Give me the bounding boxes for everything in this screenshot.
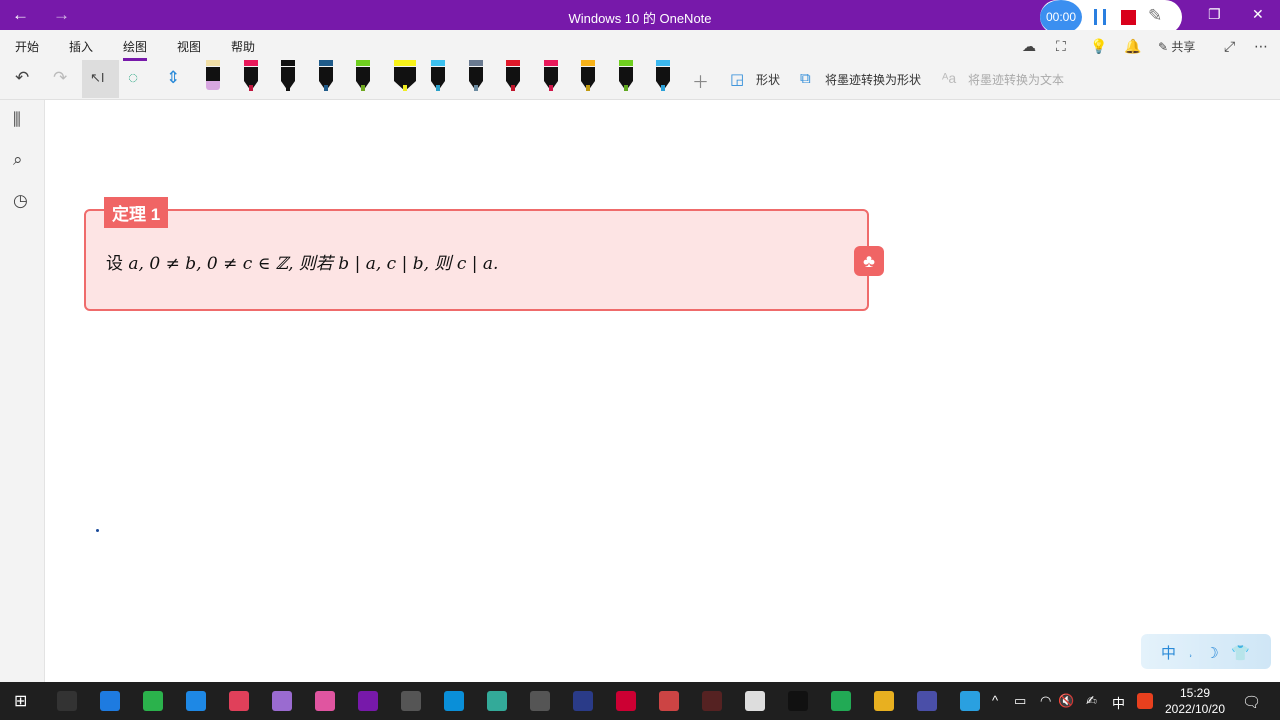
taskbar-app-icon[interactable]: [444, 691, 464, 711]
windows-start-icon[interactable]: ⊞: [14, 691, 27, 711]
pause-icon[interactable]: [1094, 9, 1106, 25]
theorem-box[interactable]: 定理 1 设 a, 0 ≠ b, 0 ≠ c ∈ ℤ, 则若 b | a, c …: [84, 197, 884, 311]
expand-icon[interactable]: ⤢: [1224, 38, 1235, 55]
taskbar-app-icon[interactable]: [272, 691, 292, 711]
taskbar-app-icon[interactable]: [401, 691, 421, 711]
pen-tool[interactable]: [243, 60, 258, 92]
recording-timer: 00:00: [1040, 0, 1082, 34]
ink-to-shape-button[interactable]: 将墨迹转换为形状: [825, 71, 921, 88]
select-text-tool[interactable]: ↖I: [82, 60, 119, 98]
taskbar-app-icon[interactable]: [960, 691, 980, 711]
close-icon[interactable]: ✕: [1252, 6, 1264, 23]
date: 2022/10/20: [1164, 702, 1226, 716]
input-language[interactable]: 中: [1112, 693, 1125, 712]
share-label: 共享: [1171, 40, 1196, 54]
taskbar-app-icon[interactable]: [917, 691, 937, 711]
lasso-select-icon[interactable]: ◌: [128, 68, 138, 88]
taskbar-app-icon[interactable]: [358, 691, 378, 711]
lightbulb-icon[interactable]: 💡: [1090, 38, 1107, 55]
sync-icon[interactable]: ☁: [1022, 38, 1036, 55]
taskbar-app-icon[interactable]: [702, 691, 722, 711]
tab-insert[interactable]: 插入: [69, 38, 93, 55]
taskbar-app-icon[interactable]: [616, 691, 636, 711]
ink-to-text-icon: ᴬa: [942, 70, 957, 86]
pen-tool[interactable]: [431, 60, 445, 92]
taskbar-app-icon[interactable]: [788, 691, 808, 711]
undo-icon[interactable]: ↶: [15, 68, 29, 88]
tab-view[interactable]: 视图: [177, 38, 201, 55]
tab-help[interactable]: 帮助: [231, 38, 255, 55]
pen-tool[interactable]: [318, 60, 333, 92]
taskbar-app-icon[interactable]: [186, 691, 206, 711]
theorem-text: 设 a, 0 ≠ b, 0 ≠ c ∈ ℤ, 则若 b | a, c | b, …: [106, 249, 498, 274]
ink-dot: [96, 529, 99, 532]
notifications-icon[interactable]: 🗨: [1242, 693, 1261, 711]
notebooks-icon[interactable]: ⫼: [13, 110, 21, 130]
recent-clock-icon[interactable]: ◷: [13, 191, 28, 211]
taskbar-app-icon[interactable]: [57, 691, 77, 711]
pen-tool[interactable]: [468, 60, 483, 92]
highlighter-tool[interactable]: [393, 60, 416, 92]
add-pen-icon[interactable]: ＋: [692, 68, 709, 93]
pen-tool[interactable]: [656, 60, 670, 92]
redo-icon[interactable]: ↷: [53, 68, 67, 88]
taskbar-app-icon[interactable]: [573, 691, 593, 711]
theorem-math: a, 0 ≠ b, 0 ≠ c ∈ ℤ, 则若 b | a, c | b, 则 …: [128, 254, 499, 274]
ribbon: 开始 插入 绘图 视图 帮助 ☁ ⛶ 💡 🔔 ✎ 共享 ⤢ ⋯ ↶ ↷ ↖I ◌…: [0, 30, 1280, 100]
pen-tool[interactable]: [506, 60, 520, 92]
pen-tool[interactable]: [581, 60, 595, 92]
battery-icon[interactable]: ▭: [1014, 693, 1026, 709]
taskbar-app-icon[interactable]: [874, 691, 894, 711]
stop-icon[interactable]: [1121, 10, 1136, 25]
mute-icon[interactable]: 🔇: [1058, 693, 1074, 709]
pen-tool[interactable]: [543, 60, 558, 92]
bell-icon[interactable]: 🔔: [1124, 38, 1141, 55]
share-button[interactable]: ✎ 共享: [1158, 38, 1195, 55]
more-icon[interactable]: ⋯: [1254, 38, 1268, 55]
pen-ink-icon[interactable]: ✍: [1086, 693, 1097, 709]
taskbar-app-icon[interactable]: [745, 691, 765, 711]
shapes-icon[interactable]: ◲: [730, 70, 744, 88]
ink-to-shape-icon[interactable]: ⧉: [800, 70, 811, 87]
taskbar-app-icon[interactable]: [315, 691, 335, 711]
add-space-icon[interactable]: ⇕: [166, 68, 180, 88]
tab-home[interactable]: 开始: [15, 38, 39, 55]
taskbar-app-icon[interactable]: [659, 691, 679, 711]
taskbar-app-icon[interactable]: [229, 691, 249, 711]
sogou-icon[interactable]: [1137, 693, 1153, 709]
shapes-button[interactable]: 形状: [756, 71, 780, 88]
theorem-prefix: 设: [106, 254, 129, 274]
sidebar: ⫼ ⌕ ◷: [0, 100, 45, 682]
ime-toolbar[interactable]: 中 ˒ ☽ 👕: [1141, 634, 1271, 669]
wifi-icon[interactable]: ◠: [1040, 693, 1051, 709]
pen-tool[interactable]: [281, 60, 295, 92]
ink-to-text-button: 将墨迹转换为文本: [968, 73, 1065, 87]
restore-icon[interactable]: ❐: [1208, 6, 1221, 23]
pen-tool[interactable]: [618, 60, 633, 92]
taskbar-app-icon[interactable]: [100, 691, 120, 711]
search-icon[interactable]: ⌕: [13, 150, 23, 170]
fullscreen-icon[interactable]: ⛶: [1056, 38, 1066, 55]
time: 15:29: [1179, 686, 1211, 700]
club-icon[interactable]: ♣: [854, 246, 884, 276]
tab-draw[interactable]: 绘图: [123, 38, 148, 61]
pencil-icon[interactable]: ✎: [1148, 6, 1162, 26]
theorem-label: 定理 1: [104, 197, 169, 228]
eraser-tool[interactable]: [206, 60, 220, 92]
tray-chevron-icon[interactable]: ^: [992, 693, 998, 708]
taskbar-app-icon[interactable]: [487, 691, 507, 711]
taskbar-app-icon[interactable]: [143, 691, 163, 711]
taskbar-app-icon[interactable]: [530, 691, 550, 711]
screen-recorder-widget: 00:00 ✎: [1040, 0, 1182, 34]
taskbar-app-icon[interactable]: [831, 691, 851, 711]
taskbar: ⊞ ^ ▭ ◠ 🔇 ✍ 中 15:29 2022/10/20 🗨: [0, 682, 1280, 720]
clock[interactable]: 15:29 2022/10/20: [1160, 685, 1230, 717]
pen-tool[interactable]: [356, 60, 370, 92]
